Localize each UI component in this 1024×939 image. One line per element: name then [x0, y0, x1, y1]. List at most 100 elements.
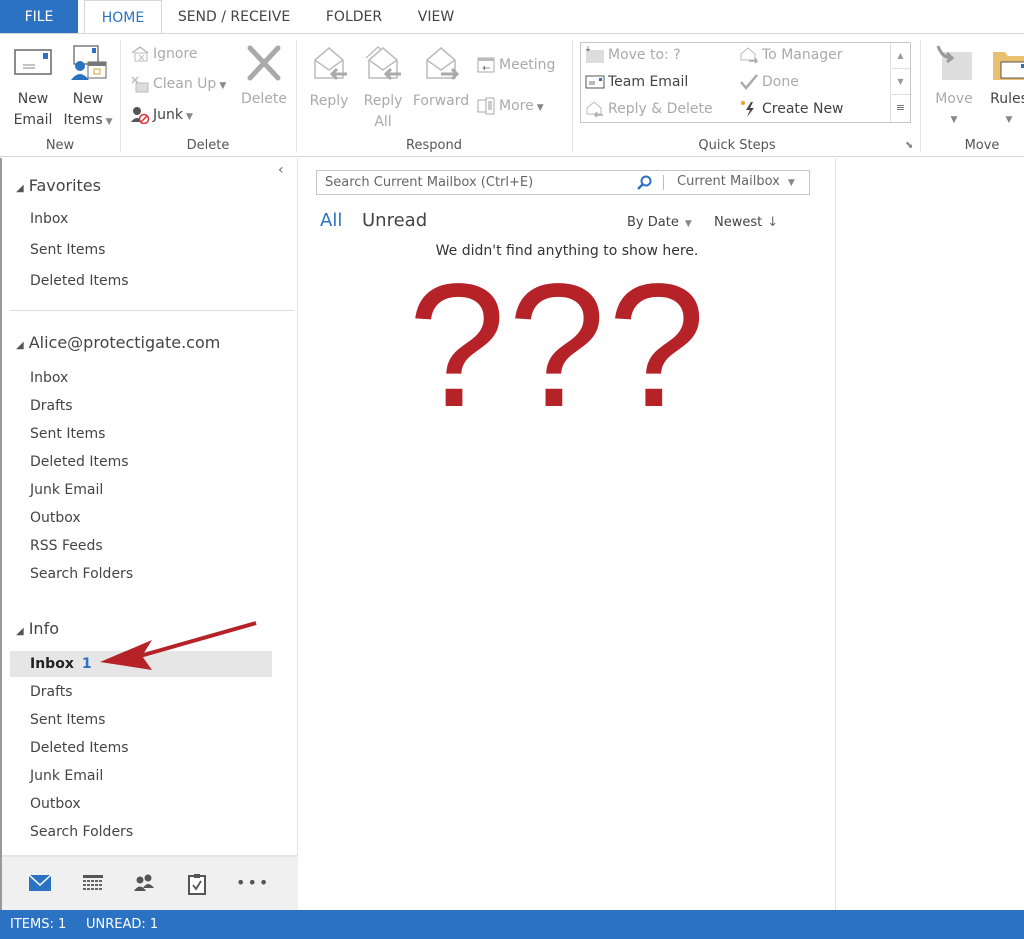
quick-step-move-to[interactable]: Move to: ?: [585, 44, 681, 66]
chevron-down-icon: ▼: [1005, 115, 1013, 125]
expand-gallery-icon[interactable]: ≡: [891, 95, 910, 121]
search-icon[interactable]: [637, 175, 653, 191]
clean-up-button[interactable]: Clean Up ▼: [130, 73, 226, 95]
checkmark-icon: [740, 74, 758, 90]
more-respond-label: More: [499, 98, 534, 114]
junk-icon: [131, 107, 150, 125]
account-folder-sent-items[interactable]: Sent Items: [30, 421, 105, 447]
quick-steps-scrollbar[interactable]: ▲ ▼ ≡: [890, 43, 910, 122]
expand-triangle-icon: ◢: [16, 183, 24, 194]
tab-view[interactable]: VIEW: [406, 0, 466, 34]
account-header[interactable]: ◢ Alice@protectigate.com: [16, 333, 220, 352]
search-scope-dropdown[interactable]: Current Mailbox ▼: [677, 174, 795, 189]
forward-icon: [426, 47, 460, 81]
group-separator: [572, 40, 573, 152]
quick-step-label: Move to: ?: [608, 47, 681, 63]
account-folder-inbox[interactable]: Inbox: [30, 365, 68, 391]
dialog-launcher-icon[interactable]: ⬊: [905, 140, 913, 151]
sort-by-label: By Date: [627, 215, 679, 230]
filter-all[interactable]: All: [320, 210, 342, 231]
delete-label: Delete: [241, 91, 287, 107]
info-folder-search-folders[interactable]: Search Folders: [30, 819, 133, 845]
group-label-move: Move: [964, 138, 1000, 153]
reply-icon: [314, 47, 347, 81]
more-icon[interactable]: •••: [236, 873, 268, 895]
arrow-down-icon: ↓: [767, 215, 779, 230]
tasks-icon[interactable]: [185, 873, 209, 895]
meeting-label: Meeting: [499, 57, 556, 73]
info-folder-sent-items[interactable]: Sent Items: [30, 707, 105, 733]
quick-step-done[interactable]: Done: [739, 71, 799, 93]
folder-pane: ‹ ◢ Favorites Inbox Sent Items Deleted It…: [0, 158, 298, 910]
new-email-label-1: New: [17, 91, 49, 107]
search-input[interactable]: [317, 171, 627, 194]
unread-count: UNREAD: 1: [86, 917, 159, 932]
account-folder-rss-feeds[interactable]: RSS Feeds: [30, 533, 103, 559]
info-folder-drafts[interactable]: Drafts: [30, 679, 73, 705]
more-respond-button[interactable]: More ▼: [476, 95, 544, 117]
group-label-new: New: [45, 138, 75, 153]
info-folder-outbox[interactable]: Outbox: [30, 791, 81, 817]
tab-file[interactable]: FILE: [0, 0, 78, 34]
tab-send-receive[interactable]: SEND / RECEIVE: [168, 0, 300, 34]
scroll-up-icon[interactable]: ▲: [891, 43, 910, 69]
info-folder-junk-email[interactable]: Junk Email: [30, 763, 103, 789]
tab-folder[interactable]: FOLDER: [312, 0, 396, 34]
reply-button[interactable]: Reply: [304, 44, 354, 112]
filter-unread[interactable]: Unread: [362, 210, 427, 231]
favorites-folder-inbox[interactable]: Inbox: [30, 206, 68, 232]
quick-step-label: Create New: [762, 101, 844, 117]
scroll-down-icon[interactable]: ▼: [891, 69, 910, 95]
collapse-pane-icon[interactable]: ‹: [278, 162, 284, 178]
quick-step-label: Reply & Delete: [608, 101, 713, 117]
expand-triangle-icon: ◢: [16, 340, 24, 351]
calendar-icon[interactable]: [81, 873, 105, 895]
quick-step-create-new[interactable]: Create New: [739, 98, 844, 120]
move-button[interactable]: Move ▼: [928, 44, 980, 131]
clean-up-icon: [131, 76, 149, 93]
new-email-button[interactable]: New Email: [8, 44, 58, 131]
sort-order-toggle[interactable]: Newest ↓: [714, 215, 778, 230]
team-email-icon: [585, 75, 605, 89]
account-folder-junk-email[interactable]: Junk Email: [30, 477, 103, 503]
forward-button[interactable]: Forward: [411, 44, 471, 112]
ignore-button[interactable]: Ignore: [130, 43, 198, 65]
chevron-down-icon: ▼: [787, 178, 795, 188]
delete-button[interactable]: Delete: [236, 44, 292, 110]
new-items-button[interactable]: New Items ▼: [62, 44, 114, 133]
new-email-icon: [14, 49, 52, 75]
favorites-folder-deleted-items[interactable]: Deleted Items: [30, 268, 129, 294]
clean-up-label: Clean Up: [153, 76, 217, 92]
reply-all-label-2: All: [374, 114, 392, 130]
info-folder-inbox[interactable]: Inbox 1: [10, 651, 272, 677]
group-label-quick-steps: Quick Steps: [698, 138, 776, 153]
navigation-bar: •••: [2, 855, 298, 910]
favorites-folder-sent-items[interactable]: Sent Items: [30, 237, 105, 263]
favorites-header[interactable]: ◢ Favorites: [16, 176, 101, 195]
meeting-button[interactable]: Meeting: [476, 54, 555, 76]
people-icon[interactable]: [132, 873, 156, 895]
quick-step-team-email[interactable]: Team Email: [585, 71, 688, 93]
reply-all-label-1: Reply: [363, 93, 403, 109]
account-folder-drafts[interactable]: Drafts: [30, 393, 73, 419]
info-folder-deleted-items[interactable]: Deleted Items: [30, 735, 129, 761]
junk-label: Junk: [153, 107, 183, 123]
delete-x-icon: [247, 45, 281, 81]
junk-button[interactable]: Junk ▼: [130, 104, 193, 126]
account-folder-outbox[interactable]: Outbox: [30, 505, 81, 531]
quick-step-label: Team Email: [608, 74, 689, 90]
mail-icon[interactable]: [28, 873, 52, 895]
quick-step-reply-delete[interactable]: Reply & Delete: [585, 98, 713, 120]
ignore-icon: [131, 46, 149, 62]
reply-all-button[interactable]: Reply All: [358, 44, 408, 133]
to-manager-icon: [740, 47, 758, 64]
reading-pane: [836, 158, 1024, 910]
tab-home[interactable]: HOME: [84, 0, 162, 35]
quick-step-to-manager[interactable]: To Manager: [739, 44, 843, 66]
account-folder-search-folders[interactable]: Search Folders: [30, 561, 133, 587]
info-header[interactable]: ◢ Info: [16, 619, 59, 638]
account-folder-deleted-items[interactable]: Deleted Items: [30, 449, 129, 475]
status-bar: ITEMS: 1 UNREAD: 1: [0, 910, 1024, 939]
sort-by-dropdown[interactable]: By Date ▼: [627, 215, 692, 230]
rules-button[interactable]: Rules ▼: [984, 44, 1024, 131]
